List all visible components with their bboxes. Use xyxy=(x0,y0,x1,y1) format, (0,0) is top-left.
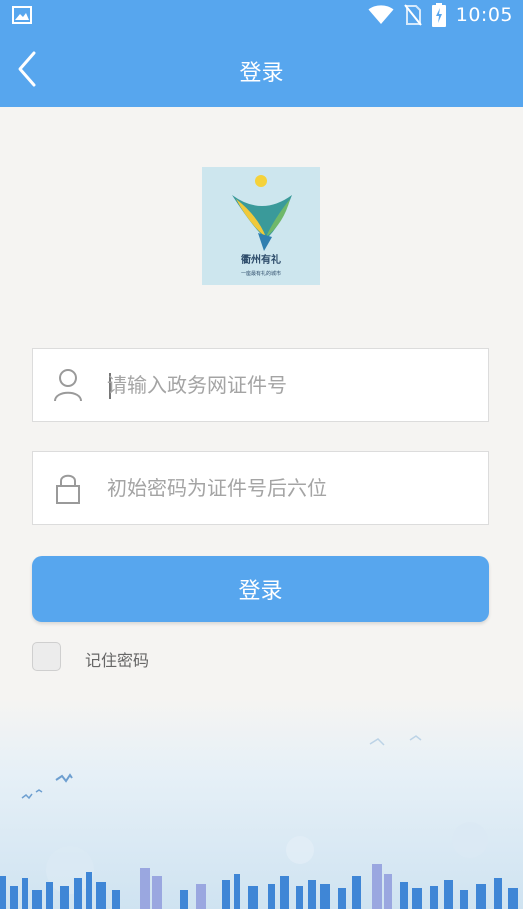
remember-password-label: 记住密码 xyxy=(85,651,150,670)
wifi-icon xyxy=(368,5,394,24)
status-bar: 10:05 xyxy=(0,0,523,30)
password-input[interactable] xyxy=(107,468,467,508)
status-time: 10:05 xyxy=(455,4,513,26)
gallery-icon xyxy=(12,6,32,24)
login-button[interactable]: 登录 xyxy=(32,556,489,622)
page-title: 登录 xyxy=(239,61,284,86)
app-bar: 登录 xyxy=(0,30,523,107)
status-icons: 10:05 xyxy=(368,3,513,27)
username-field[interactable] xyxy=(32,348,489,422)
app-logo: 衢州有礼 一座最有礼的城市 xyxy=(202,167,320,285)
logo-subtext: 一座最有礼的城市 xyxy=(241,270,281,277)
no-sim-icon xyxy=(403,4,422,26)
user-icon xyxy=(54,369,82,402)
username-input[interactable] xyxy=(107,365,467,405)
password-field[interactable] xyxy=(32,451,489,525)
logo-text: 衢州有礼 xyxy=(241,253,281,266)
remember-password-checkbox[interactable] xyxy=(32,642,61,671)
city-skyline-illustration xyxy=(0,700,523,909)
battery-charging-icon xyxy=(431,3,446,27)
lock-icon xyxy=(56,474,80,504)
